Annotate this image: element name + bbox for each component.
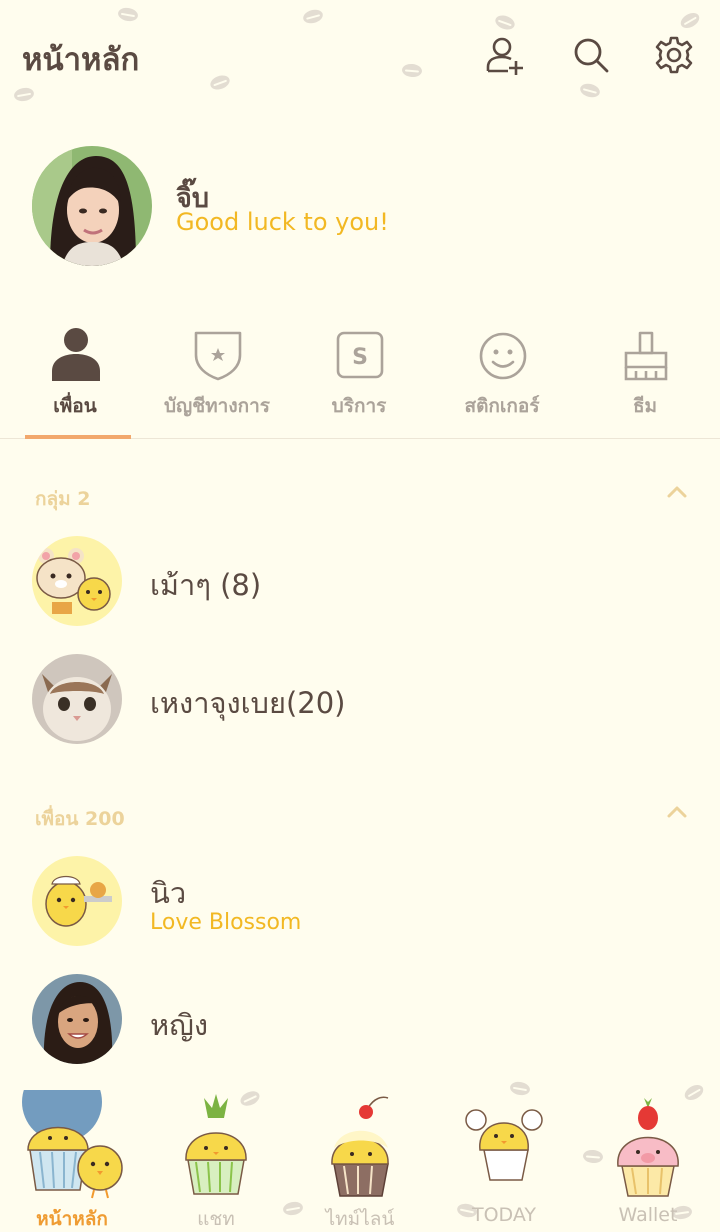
nav-timeline[interactable]: ไทม์ไลน์ <box>288 1080 432 1232</box>
pineapple-cupcake-icon <box>185 1094 247 1195</box>
list-item-friend[interactable]: นิว Love Blossom <box>0 844 720 954</box>
person-icon <box>52 328 100 381</box>
shield-star-icon <box>194 331 242 381</box>
settings-icon[interactable] <box>653 34 695 76</box>
page-title: หน้าหลัก <box>22 42 140 78</box>
group-name: เม้าๆ (8) <box>150 568 262 602</box>
tab-themes[interactable]: ธีม <box>573 315 717 439</box>
list-item-group[interactable]: เหงาจุงเบย(20) <box>0 642 720 752</box>
nav-label: หน้าหลัก <box>36 1208 108 1230</box>
nav-home[interactable]: หน้าหลัก <box>0 1080 144 1232</box>
tab-label: บริการ <box>331 395 387 417</box>
cupcake-chick-icon <box>22 1090 123 1199</box>
search-icon[interactable] <box>570 34 612 76</box>
group-name: เหงาจุงเบย(20) <box>150 686 346 720</box>
tab-label: สติกเกอร์ <box>464 395 540 417</box>
nav-today[interactable]: TODAY <box>432 1080 576 1232</box>
cherry-cupcake-icon <box>331 1096 389 1197</box>
groups-section-header: กลุ่ม 2 <box>35 488 91 510</box>
friend-status-message: Love Blossom <box>150 910 302 935</box>
profile-avatar[interactable] <box>32 146 152 266</box>
service-s-icon: S <box>336 331 384 379</box>
active-tab-indicator <box>25 435 131 439</box>
list-item-friend[interactable]: หญิง <box>0 962 720 1072</box>
svg-text:S: S <box>352 345 368 370</box>
list-item-group[interactable]: เม้าๆ (8) <box>0 524 720 634</box>
strawberry-cupcake-icon <box>617 1098 679 1197</box>
nav-label: ไทม์ไลน์ <box>325 1208 395 1230</box>
chevron-up-icon[interactable] <box>666 484 688 500</box>
chick-avatar <box>32 856 122 946</box>
tab-label: เพื่อน <box>53 395 97 417</box>
my-profile[interactable]: จิ๊บ Good luck to you! <box>0 140 720 270</box>
friend-name: หญิง <box>150 1008 208 1042</box>
tab-friends[interactable]: เพื่อน <box>3 315 147 439</box>
nav-chat[interactable]: แชท <box>144 1080 288 1232</box>
tab-stickers[interactable]: สติกเกอร์ <box>430 315 574 439</box>
tab-services[interactable]: S บริการ <box>287 315 431 439</box>
nav-label: Wallet <box>618 1204 678 1226</box>
smiley-icon <box>479 332 527 380</box>
add-friend-icon[interactable] <box>484 34 526 76</box>
nav-wallet[interactable]: Wallet <box>576 1080 720 1232</box>
cupcake-earmuffs-icon <box>465 1109 543 1181</box>
woman-avatar <box>32 974 122 1064</box>
tab-label: บัญชีทางการ <box>164 395 270 417</box>
chevron-up-icon[interactable] <box>666 804 688 820</box>
tab-label: ธีม <box>632 395 658 417</box>
bottom-nav: หน้าหลัก แชท ไทม์ไลน์ TODAY Wallet <box>0 1080 720 1232</box>
header-bar: หน้าหลัก <box>0 0 720 110</box>
profile-status-message: Good luck to you! <box>176 208 389 236</box>
friends-section-header: เพื่อน 200 <box>35 808 125 830</box>
nav-label: แชท <box>197 1208 235 1230</box>
cat-avatar <box>32 654 122 744</box>
bear-chick-group-avatar <box>32 536 122 626</box>
tab-official-accounts[interactable]: บัญชีทางการ <box>145 315 289 439</box>
brush-icon <box>624 331 668 381</box>
tab-bar: เพื่อน บัญชีทางการ S บริการ สติกเกอร์ ธี… <box>0 315 720 439</box>
nav-label: TODAY <box>472 1204 536 1226</box>
